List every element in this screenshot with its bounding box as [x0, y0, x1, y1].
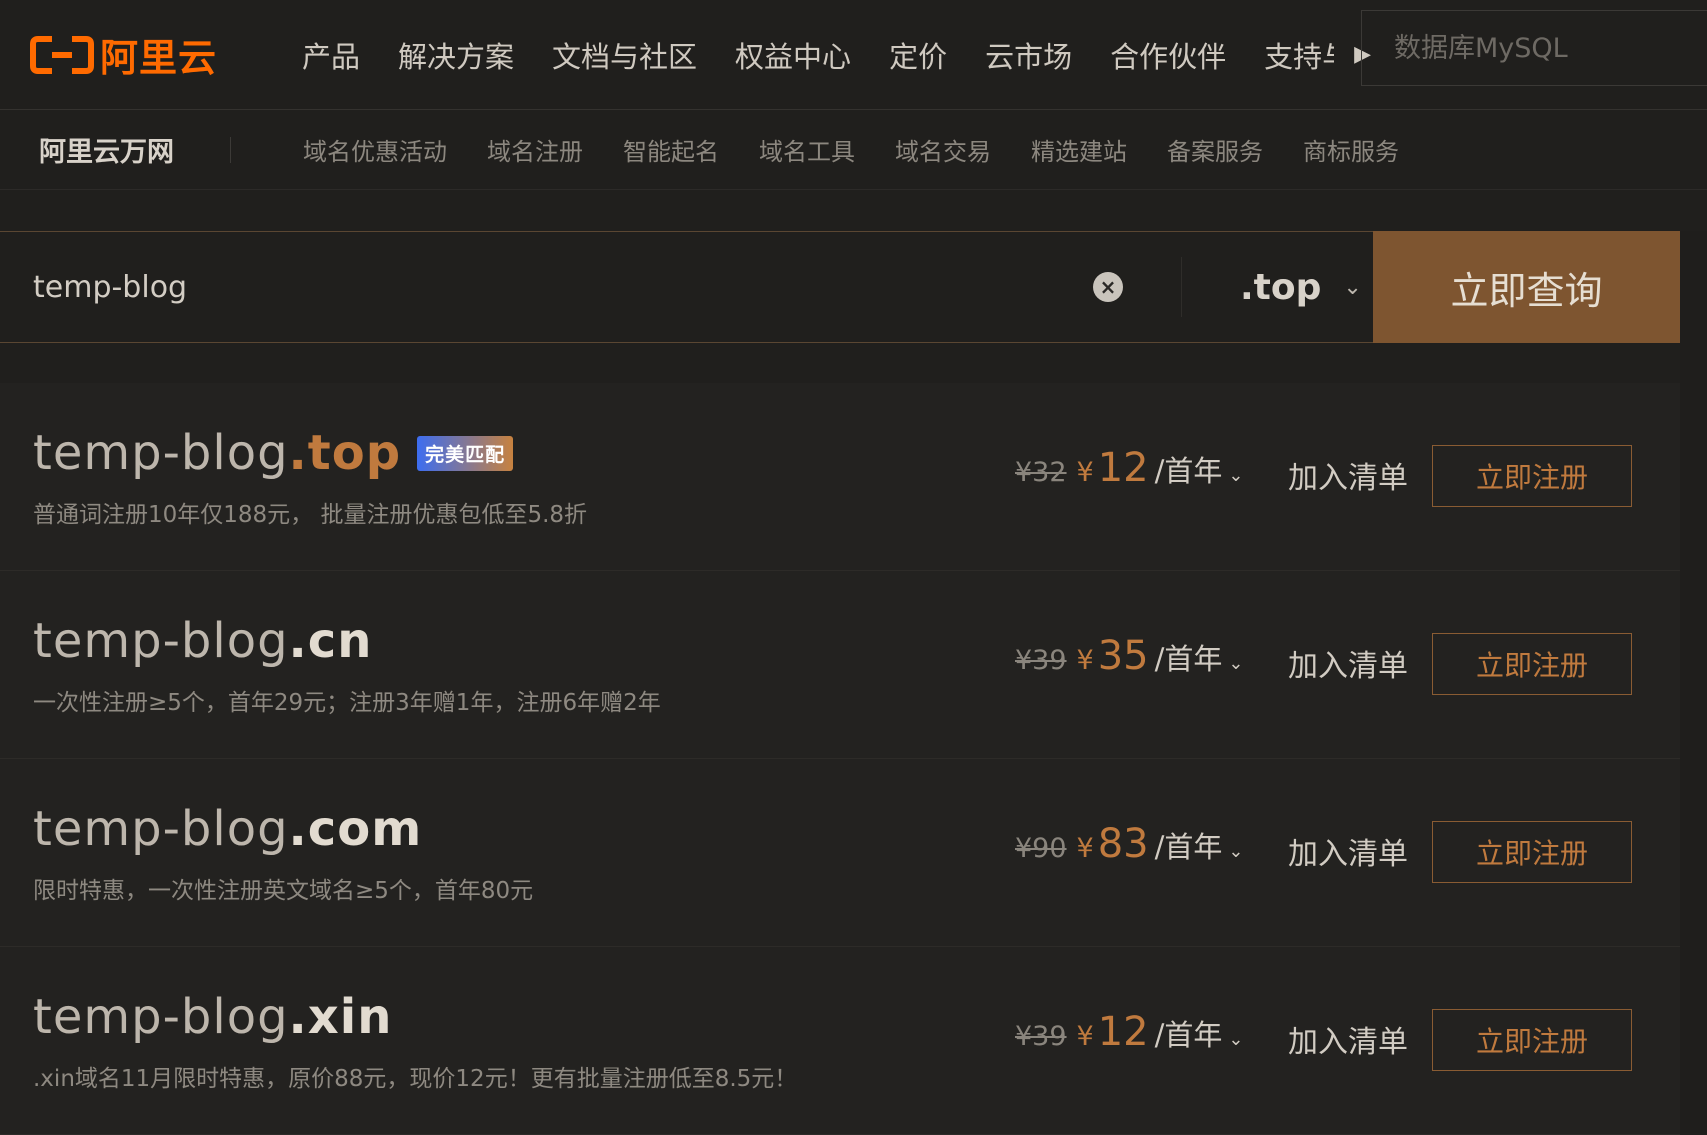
sub-nav-item-tools[interactable]: 域名工具 [759, 132, 855, 167]
currency-symbol: ¥ [1076, 1021, 1094, 1052]
current-price: 83 [1097, 821, 1149, 867]
sub-nav-item-register[interactable]: 域名注册 [487, 132, 583, 167]
price-unit: /首年 [1154, 642, 1223, 676]
nav-item-docs[interactable]: 文档与社区 [552, 34, 697, 76]
original-price: ¥39 [1015, 645, 1067, 676]
register-button[interactable]: 立即注册 [1432, 1009, 1632, 1071]
register-button[interactable]: 立即注册 [1432, 633, 1632, 695]
domain-base: temp-blog [33, 801, 289, 857]
sub-nav-item-trademark[interactable]: 商标服务 [1303, 132, 1399, 167]
domain-name: temp-blog .cn [33, 613, 372, 669]
sub-nav: 阿里云万网 域名优惠活动 域名注册 智能起名 域名工具 域名交易 精选建站 备案… [0, 110, 1707, 190]
domain-base: temp-blog [33, 425, 289, 481]
result-row: temp-blog .top 完美匹配 普通词注册10年仅188元， 批量注册优惠… [0, 383, 1680, 571]
price-unit: /首年 [1154, 1018, 1223, 1052]
chevron-down-icon[interactable]: ⌄ [1228, 1029, 1243, 1050]
domain-tld: .top [288, 425, 402, 481]
domain-name: temp-blog .com [33, 801, 422, 857]
currency-symbol: ¥ [1076, 645, 1094, 676]
domain-name: temp-blog .xin [33, 989, 392, 1045]
domain-base: temp-blog [33, 989, 289, 1045]
result-row: temp-blog .xin .xin域名11月限时特惠，原价88元，现价12元！… [0, 947, 1680, 1135]
sub-nav-divider [230, 136, 231, 163]
register-button[interactable]: 立即注册 [1432, 445, 1632, 507]
nav-item-pricing[interactable]: 定价 [889, 34, 947, 76]
domain-search-input[interactable] [33, 269, 1073, 305]
result-row: temp-blog .cn 一次性注册≥5个，首年29元；注册3年赠1年，注册6年… [0, 571, 1680, 759]
register-button[interactable]: 立即注册 [1432, 821, 1632, 883]
tld-select[interactable]: .top ⌄ [1181, 257, 1362, 317]
current-price: 12 [1097, 445, 1149, 491]
sub-nav-item-naming[interactable]: 智能起名 [623, 132, 719, 167]
add-to-list-link[interactable]: 加入清单 [1288, 829, 1408, 873]
sub-nav-item-promo[interactable]: 域名优惠活动 [303, 132, 447, 167]
page-edge [1680, 231, 1707, 1133]
nav-item-products[interactable]: 产品 [302, 34, 360, 76]
nav-item-support[interactable]: 支持与 [1264, 34, 1334, 76]
logo-text: 阿里云 [100, 36, 218, 80]
domain-tld: .xin [288, 989, 393, 1045]
nav-item-partners[interactable]: 合作伙伴 [1110, 34, 1226, 76]
nav-item-marketplace[interactable]: 云市场 [985, 34, 1072, 76]
result-row: temp-blog .com 限时特惠，一次性注册英文域名≥5个，首年80元 ¥9… [0, 759, 1680, 947]
original-price: ¥90 [1015, 833, 1067, 864]
aliyun-logo[interactable]: 阿里云 [30, 27, 250, 82]
chevron-down-icon[interactable]: ⌄ [1228, 465, 1243, 486]
aliyun-logo-icon [30, 35, 94, 74]
price: ¥90 ¥ 83 /首年 ⌄ [1015, 821, 1244, 867]
domain-tld: .com [288, 801, 423, 857]
promo-description: 普通词注册10年仅188元， 批量注册优惠包低至5.8折 [33, 502, 588, 528]
domain-base: temp-blog [33, 613, 289, 669]
nav-item-solutions[interactable]: 解决方案 [398, 34, 514, 76]
domain-search-bar: × .top ⌄ 立即查询 [0, 231, 1680, 343]
add-to-list-link[interactable]: 加入清单 [1288, 641, 1408, 685]
promo-description: 一次性注册≥5个，首年29元；注册3年赠1年，注册6年赠2年 [33, 690, 661, 716]
price-unit: /首年 [1154, 830, 1223, 864]
add-to-list-link[interactable]: 加入清单 [1288, 1017, 1408, 1061]
current-price: 35 [1097, 633, 1149, 679]
promo-description: 限时特惠，一次性注册英文域名≥5个，首年80元 [33, 878, 534, 904]
top-nav: 阿里云 产品 解决方案 文档与社区 权益中心 定价 云市场 合作伙伴 支持与 ▶ [0, 0, 1707, 110]
chevron-down-icon[interactable]: ⌄ [1228, 653, 1243, 674]
current-price: 12 [1097, 1009, 1149, 1055]
result-list: temp-blog .top 完美匹配 普通词注册10年仅188元， 批量注册优惠… [0, 383, 1680, 1135]
clear-icon[interactable]: × [1093, 272, 1123, 302]
perfect-match-badge: 完美匹配 [417, 435, 514, 471]
promo-description: .xin域名11月限时特惠，原价88元，现价12元！更有批量注册低至8.5元！ [33, 1066, 798, 1092]
query-button[interactable]: 立即查询 [1373, 231, 1680, 343]
chevron-down-icon: ⌄ [1343, 274, 1362, 300]
sub-nav-item-sites[interactable]: 精选建站 [1031, 132, 1127, 167]
top-search-box[interactable] [1361, 10, 1707, 86]
add-to-list-link[interactable]: 加入清单 [1288, 453, 1408, 497]
domain-tld: .cn [288, 613, 373, 669]
chevron-down-icon[interactable]: ⌄ [1228, 841, 1243, 862]
currency-symbol: ¥ [1076, 457, 1094, 488]
price-unit: /首年 [1154, 454, 1223, 488]
sub-nav-item-trade[interactable]: 域名交易 [895, 132, 991, 167]
price: ¥39 ¥ 12 /首年 ⌄ [1015, 1009, 1244, 1055]
top-search-input[interactable] [1394, 32, 1707, 64]
original-price: ¥32 [1015, 457, 1067, 488]
tld-select-value: .top [1240, 266, 1322, 308]
nav-item-benefits[interactable]: 权益中心 [735, 34, 851, 76]
price: ¥32 ¥ 12 /首年 ⌄ [1015, 445, 1244, 491]
main-nav: 产品 解决方案 文档与社区 权益中心 定价 云市场 合作伙伴 支持与 ▶ [302, 34, 1405, 76]
original-price: ¥39 [1015, 1021, 1067, 1052]
sub-nav-item-icp[interactable]: 备案服务 [1167, 132, 1263, 167]
sub-nav-title[interactable]: 阿里云万网 [39, 130, 174, 169]
domain-name: temp-blog .top 完美匹配 [33, 425, 514, 481]
currency-symbol: ¥ [1076, 833, 1094, 864]
price: ¥39 ¥ 35 /首年 ⌄ [1015, 633, 1244, 679]
